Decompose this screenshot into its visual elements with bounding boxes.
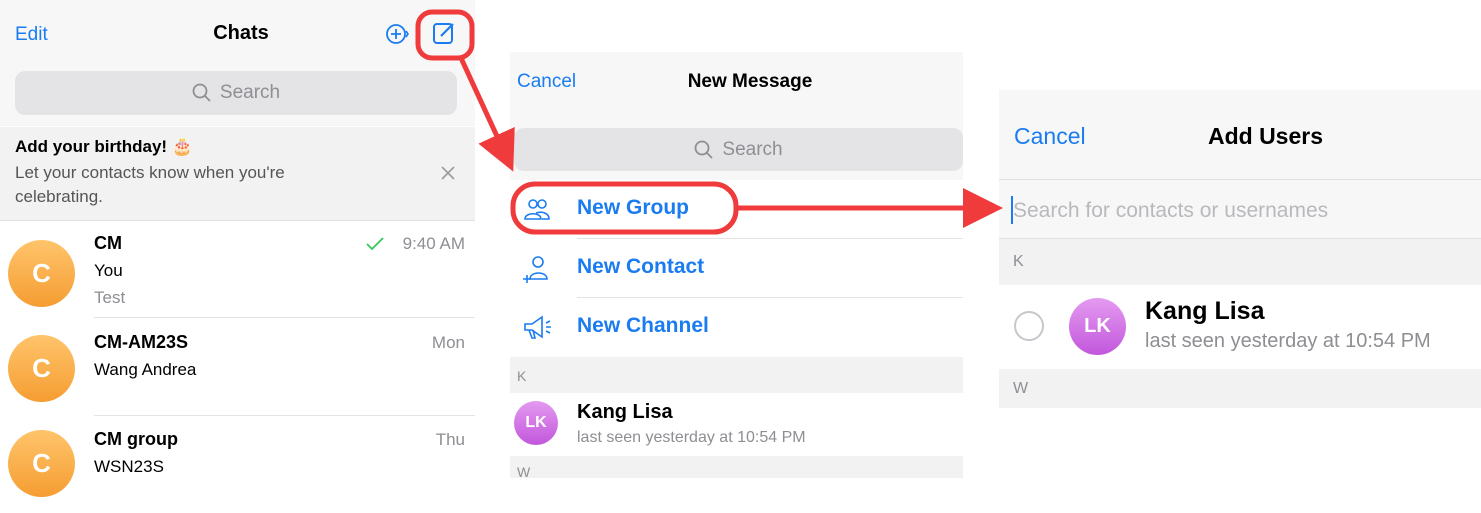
- annotation-overlay: [415, 9, 1003, 235]
- arrow-to-new-message: [458, 56, 515, 172]
- new-group-highlight: [510, 181, 739, 235]
- compose-highlight: [415, 9, 475, 61]
